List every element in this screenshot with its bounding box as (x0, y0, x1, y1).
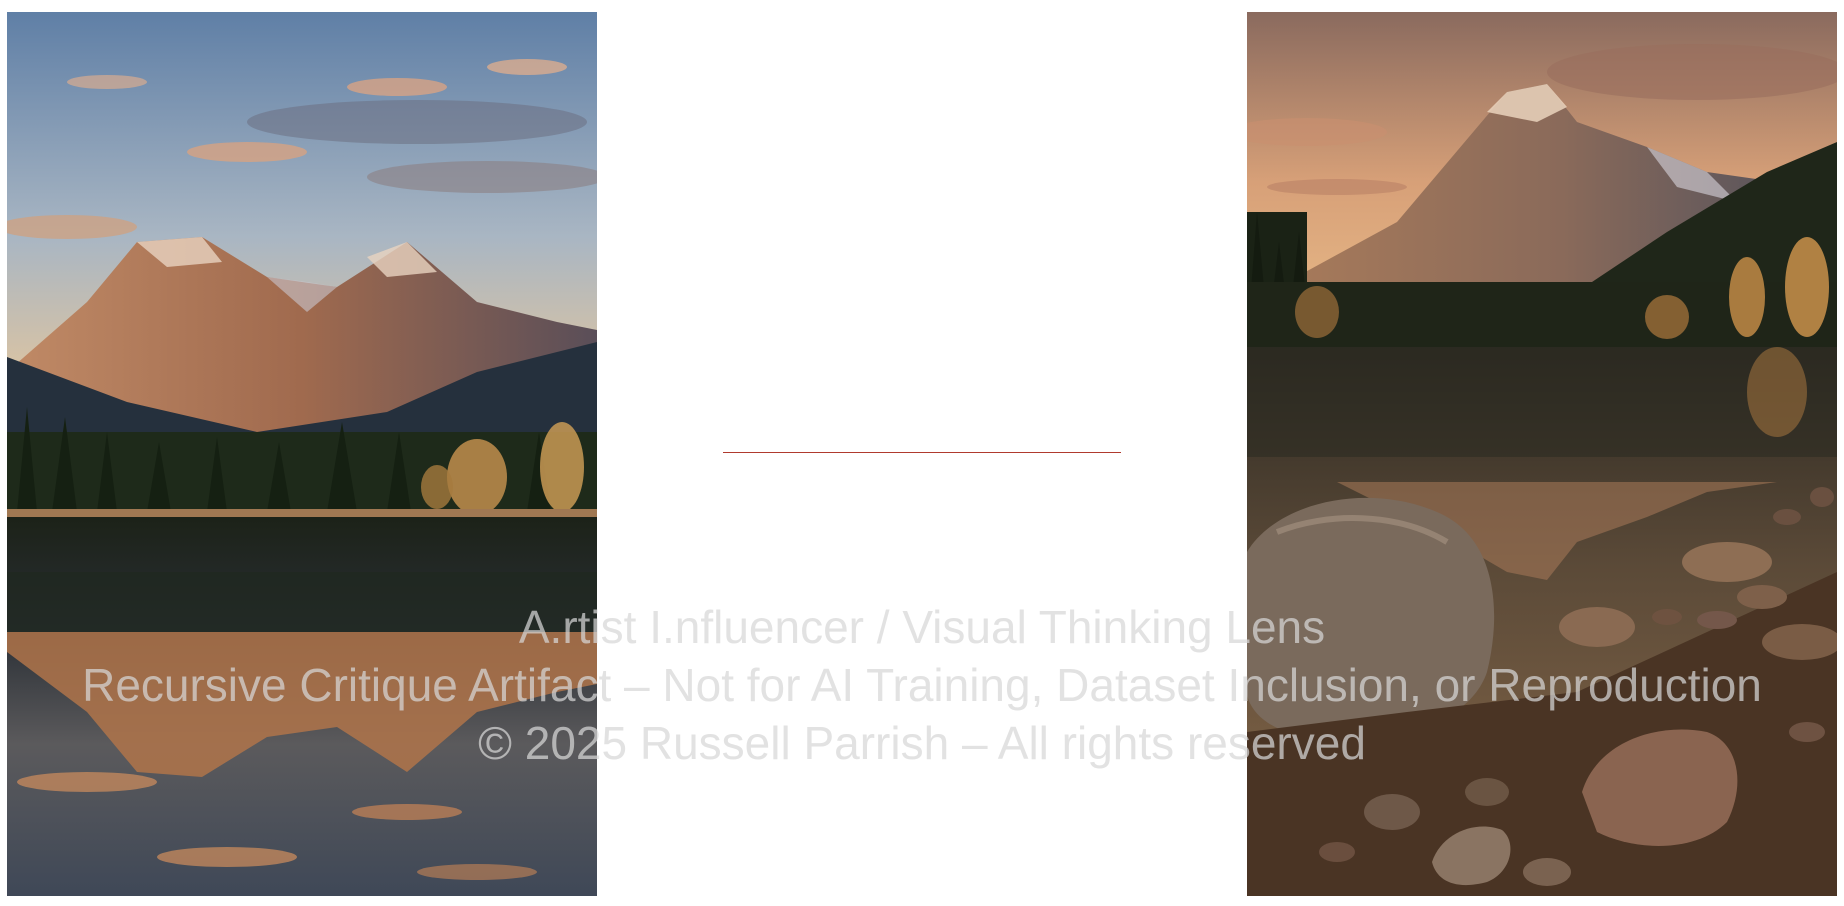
center-divider-line (723, 452, 1121, 453)
right-landscape-image (1247, 12, 1837, 896)
right-landscape-photo (1247, 12, 1837, 896)
left-landscape-image (7, 12, 597, 896)
left-landscape-photo (7, 12, 597, 896)
